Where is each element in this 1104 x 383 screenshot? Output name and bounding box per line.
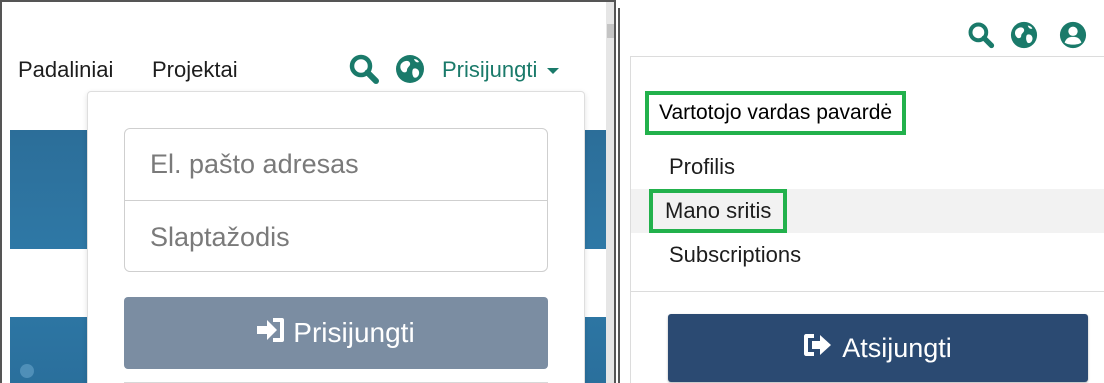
login-dropdown-toggle[interactable]: Prisijungti (442, 57, 560, 83)
menu-item-profilis[interactable]: Profilis (631, 145, 1104, 189)
menu-item-mano-sritis[interactable]: Mano sritis (631, 189, 1104, 233)
menu-item-mano-sritis-label: Mano sritis (649, 189, 788, 233)
menu-divider (631, 291, 1104, 292)
user-menu: Vartotojo vardas pavardė Profilis Mano s… (630, 56, 1104, 383)
search-icon[interactable] (966, 20, 996, 50)
user-circle-icon[interactable] (1058, 20, 1088, 50)
right-panel: Vartotojo vardas pavardė Profilis Mano s… (618, 8, 1104, 383)
carousel-dot[interactable] (20, 364, 34, 378)
globe-icon[interactable] (1009, 20, 1039, 50)
caret-down-icon (547, 68, 560, 74)
login-input-group: El. pašto adresas Slaptažodis (124, 128, 548, 272)
search-icon[interactable] (347, 52, 381, 86)
nav-link-projektai[interactable]: Projektai (152, 57, 238, 83)
login-submit-label: Prisijungti (293, 317, 415, 348)
menu-username: Vartotojo vardas pavardė (645, 91, 907, 135)
globe-icon[interactable] (393, 52, 427, 86)
logout-label: Atsijungti (842, 332, 952, 363)
menu-item-subscriptions[interactable]: Subscriptions (631, 233, 1104, 277)
login-submit-button[interactable]: Prisijungti (124, 297, 548, 369)
scrollbar-thumb[interactable] (607, 24, 614, 38)
right-topbar (620, 8, 1104, 58)
logout-button[interactable]: Atsijungti (668, 314, 1088, 382)
sign-in-icon (257, 317, 285, 350)
login-toggle-label: Prisijungti (442, 57, 538, 82)
scrollbar[interactable] (606, 2, 614, 383)
top-navigation: Padaliniai Projektai Prisijungti (2, 2, 606, 90)
sign-out-icon (804, 333, 832, 364)
left-panel: Padaliniai Projektai Prisijungti El. paš… (0, 0, 616, 383)
nav-link-padaliniai[interactable]: Padaliniai (18, 57, 113, 83)
email-input[interactable]: El. pašto adresas (125, 129, 547, 201)
password-input[interactable]: Slaptažodis (125, 201, 547, 273)
login-dropdown: El. pašto adresas Slaptažodis Prisijungt… (87, 91, 585, 383)
